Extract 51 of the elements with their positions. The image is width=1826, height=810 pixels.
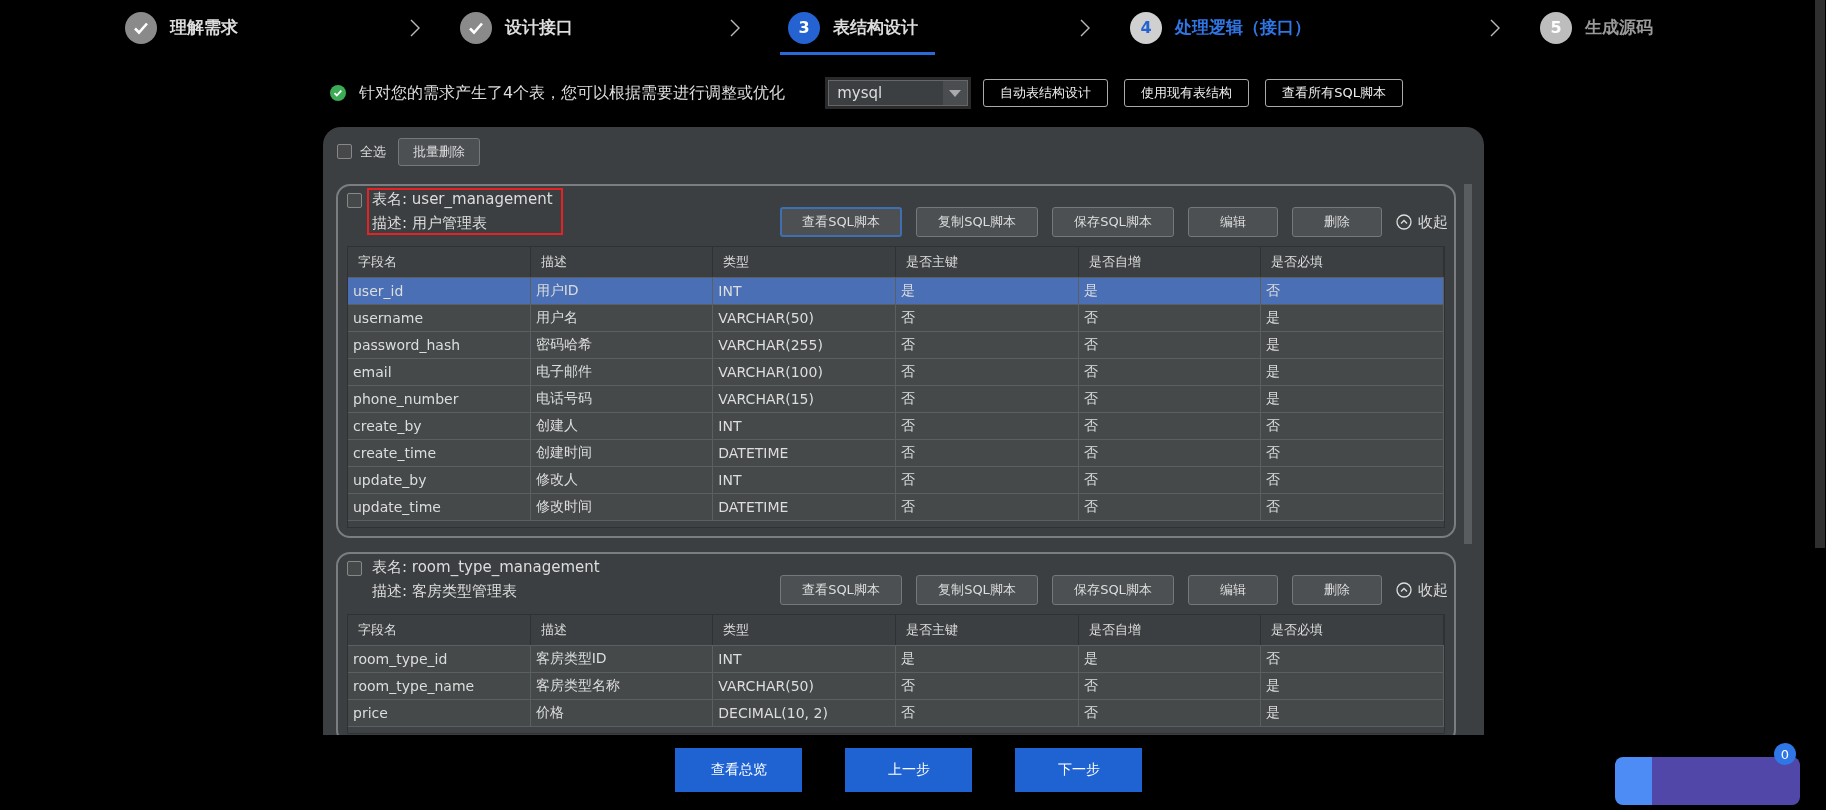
caret-icon [949,89,962,97]
select-all-checkbox[interactable] [337,144,352,159]
database-select[interactable]: mysql [828,80,969,106]
notice-text: 针对您的需求产生了4个表，您可以根据需要进行调整或优化 [359,82,786,104]
batch-delete-button[interactable]: 批量删除 [398,137,480,166]
check-icon [125,11,157,44]
success-icon [330,85,346,101]
step-label[interactable]: 理解需求 [170,16,238,39]
action-button[interactable]: 保存SQL脚本 [1052,207,1174,237]
action-button[interactable]: 复制SQL脚本 [916,575,1038,605]
action-button[interactable]: 查看SQL脚本 [780,575,902,605]
top-button[interactable]: 使用现有表结构 [1124,79,1250,107]
table-checkbox[interactable] [347,193,362,208]
step-number: 5 [1540,11,1572,44]
step-number: 3 [788,11,820,44]
step-label[interactable]: 表结构设计 [833,16,918,39]
check-icon [460,11,492,44]
top-button[interactable]: 自动表结构设计 [983,79,1109,107]
collapse-icon[interactable] [1396,214,1412,230]
table-description: 描述: 用户管理表 [372,214,488,233]
chevron-icon [1080,18,1090,37]
action-button[interactable]: 保存SQL脚本 [1052,575,1174,605]
action-button[interactable]: 删除 [1292,207,1382,237]
chevron-icon [1490,18,1500,37]
select-all-label[interactable]: 全选 [360,142,386,161]
nav-button[interactable]: 查看总览 [675,748,802,792]
action-button[interactable]: 查看SQL脚本 [780,207,902,237]
floating-button[interactable] [1615,757,1800,805]
action-button[interactable]: 编辑 [1188,207,1278,237]
table-description: 描述: 客房类型管理表 [372,582,518,601]
action-button[interactable]: 删除 [1292,575,1382,605]
chevron-icon [730,18,740,37]
chevron-icon [410,18,420,37]
step-label[interactable]: 生成源码 [1585,16,1653,39]
action-button[interactable]: 编辑 [1188,575,1278,605]
scrollbar[interactable] [1815,0,1825,548]
step-label[interactable]: 设计接口 [505,16,573,39]
nav-button[interactable]: 下一步 [1015,748,1142,792]
table-name: 表名: room_type_management [372,558,600,577]
collapse-icon[interactable] [1396,582,1412,598]
top-button[interactable]: 查看所有SQL脚本 [1265,79,1403,107]
collapse-link[interactable]: 收起 [1418,580,1448,600]
action-button[interactable]: 复制SQL脚本 [916,207,1038,237]
nav-button[interactable]: 上一步 [845,748,972,792]
table-name: 表名: user_management [372,190,553,209]
step-number: 4 [1130,11,1162,44]
count-badge: 0 [1774,743,1796,765]
table-checkbox[interactable] [347,561,362,576]
scrollbar[interactable] [1464,184,1472,544]
step-label[interactable]: 处理逻辑（接口） [1175,16,1311,39]
collapse-link[interactable]: 收起 [1418,212,1448,232]
